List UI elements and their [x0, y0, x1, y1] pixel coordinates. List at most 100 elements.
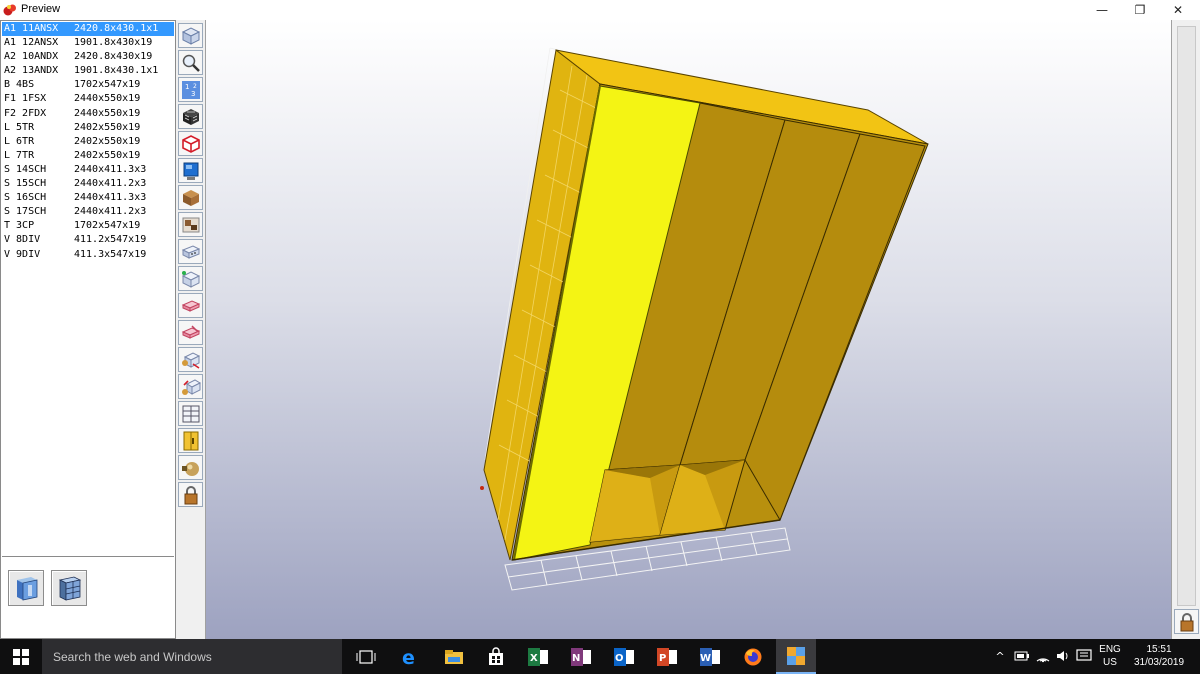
part-list-item[interactable]: S 14SCH 2440x411.3x3	[2, 163, 174, 177]
part-code: A2 13ANDX	[4, 65, 59, 77]
part-code: A2 10ANDX	[4, 51, 59, 63]
part-list-item[interactable]: A2 10ANDX 2420.8x430x19	[2, 50, 174, 64]
view-cube-button[interactable]	[178, 23, 203, 48]
notifications-icon[interactable]	[1076, 648, 1092, 664]
battery-icon[interactable]	[1014, 648, 1030, 664]
numbered-cubes-button[interactable]: 132	[178, 77, 203, 102]
taskbar-file-explorer[interactable]	[434, 639, 474, 674]
part-list-item[interactable]: V 9DIV 411.3x547x19	[2, 248, 174, 262]
wood-texture-button[interactable]	[178, 185, 203, 210]
cabinet-wireframe-icon	[58, 576, 82, 601]
lock-button[interactable]	[178, 482, 203, 507]
taskbar-onenote[interactable]: N	[561, 639, 601, 674]
knob-button[interactable]	[178, 455, 203, 480]
taskbar: Search the web and Windows e X N O P W ^	[0, 639, 1200, 674]
part-list-item[interactable]: T 3CP 1702x547x19	[2, 219, 174, 233]
start-button[interactable]	[0, 639, 42, 674]
part-code: F2 2FDX	[4, 107, 47, 119]
part-list-item[interactable]: F2 2FDX 2440x550x19	[2, 107, 174, 121]
grid-layout-icon	[182, 405, 199, 422]
taskbar-store[interactable]	[476, 639, 516, 674]
part-size: 411.2x547x19	[74, 234, 147, 246]
language-indicator[interactable]: ENG US	[1095, 643, 1125, 669]
taskbar-cabinet-app[interactable]	[776, 639, 816, 674]
part-code: S 15SCH	[4, 178, 47, 190]
cabinet-wireframe-button[interactable]	[51, 570, 87, 606]
restore-button[interactable]: ❐	[1120, 0, 1160, 20]
part-list-item[interactable]: S 16SCH 2440x411.3x3	[2, 191, 174, 205]
cabinet-3d-model	[480, 47, 931, 591]
part-list[interactable]: A1 11ANSX 2420.8x430.1x1 A1 12ANSX 1901.8x4…	[2, 22, 174, 557]
zoom-button[interactable]	[178, 50, 203, 75]
part-list-item[interactable]: L 5TR 2402x550x19	[2, 121, 174, 135]
red-outline-cube-icon	[181, 134, 200, 153]
task-view-icon	[356, 649, 376, 664]
part-list-item[interactable]: A1 12ANSX 1901.8x430x19	[2, 36, 174, 50]
minimize-button[interactable]: —	[1082, 0, 1122, 20]
volume-icon[interactable]	[1055, 648, 1071, 664]
taskbar-firefox[interactable]	[733, 639, 773, 674]
clock-time: 15:51	[1146, 644, 1172, 655]
file-explorer-icon	[445, 649, 463, 664]
wireframe-cube-icon	[182, 108, 199, 125]
panel-dots-button[interactable]	[178, 239, 203, 264]
part-size: 2420.8x430x19	[74, 51, 153, 63]
part-code: F1 1FSX	[4, 93, 47, 105]
part-size: 2402x550x19	[74, 121, 141, 133]
material-swatch-button[interactable]	[178, 212, 203, 237]
tool-strip: 132	[176, 20, 206, 639]
part-list-item[interactable]: S 17SCH 2440x411.2x3	[2, 205, 174, 219]
app-logo-icon	[3, 4, 16, 16]
svg-text:O: O	[615, 653, 624, 664]
panel-move-button[interactable]	[178, 347, 203, 372]
vertical-scrollbar[interactable]	[1177, 26, 1196, 606]
part-code: L 5TR	[4, 121, 35, 133]
part-list-item[interactable]: B 4BS 1702x547x19	[2, 78, 174, 92]
taskbar-outlook[interactable]: O	[604, 639, 644, 674]
part-list-item[interactable]: L 6TR 2402x550x19	[2, 135, 174, 149]
wireframe-cube-button[interactable]	[178, 104, 203, 129]
cabinet-front-button[interactable]	[8, 570, 44, 606]
red-outline-cube-button[interactable]	[178, 131, 203, 156]
word-icon: W	[700, 647, 720, 666]
edge-icon: e	[402, 647, 415, 667]
part-code: B 4BS	[4, 79, 35, 91]
panel-transfer-icon	[181, 378, 201, 395]
grid-layout-button[interactable]	[178, 401, 203, 426]
wifi-icon[interactable]	[1035, 648, 1051, 664]
svg-text:N: N	[572, 653, 580, 664]
3d-viewport[interactable]	[206, 20, 1171, 639]
panel-add-button[interactable]	[178, 266, 203, 291]
svg-text:1: 1	[185, 83, 189, 91]
part-list-item[interactable]: V 8DIV 411.2x547x19	[2, 233, 174, 247]
taskbar-word[interactable]: W	[690, 639, 730, 674]
part-list-item[interactable]: A2 13ANDX 1901.8x430.1x1	[2, 64, 174, 78]
taskbar-excel[interactable]: X	[518, 639, 558, 674]
lock-view-button[interactable]	[1174, 609, 1199, 634]
pink-panel-button[interactable]	[178, 293, 203, 318]
taskbar-clock[interactable]: 15:51 31/03/2019	[1127, 643, 1191, 669]
taskbar-edge[interactable]: e	[390, 639, 430, 674]
door-handle-button[interactable]	[178, 428, 203, 453]
view-cube-icon	[181, 26, 200, 45]
material-swatch-icon	[182, 217, 199, 232]
task-view-button[interactable]	[346, 639, 386, 674]
monitor-button[interactable]	[178, 158, 203, 183]
part-list-item[interactable]: S 15SCH 2440x411.2x3	[2, 177, 174, 191]
store-icon	[489, 646, 503, 665]
part-list-item[interactable]: L 7TR 2402x550x19	[2, 149, 174, 163]
taskbar-search-box[interactable]: Search the web and Windows	[42, 639, 342, 674]
part-code: S 16SCH	[4, 192, 47, 204]
panel-transfer-button[interactable]	[178, 374, 203, 399]
powerpoint-icon: P	[657, 647, 677, 666]
part-size: 2440x411.2x3	[74, 178, 147, 190]
taskbar-powerpoint[interactable]: P	[647, 639, 687, 674]
close-button[interactable]: ✕	[1158, 0, 1198, 20]
part-list-item[interactable]: A1 11ANSX 2420.8x430.1x1	[2, 22, 174, 37]
part-size: 2440x550x19	[74, 93, 141, 105]
cabinet-front-icon	[17, 577, 38, 601]
svg-text:W: W	[700, 653, 711, 664]
part-list-item[interactable]: F1 1FSX 2440x550x19	[2, 92, 174, 106]
panel-edit-button[interactable]	[178, 320, 203, 345]
tray-overflow-icon[interactable]: ^	[992, 648, 1008, 664]
